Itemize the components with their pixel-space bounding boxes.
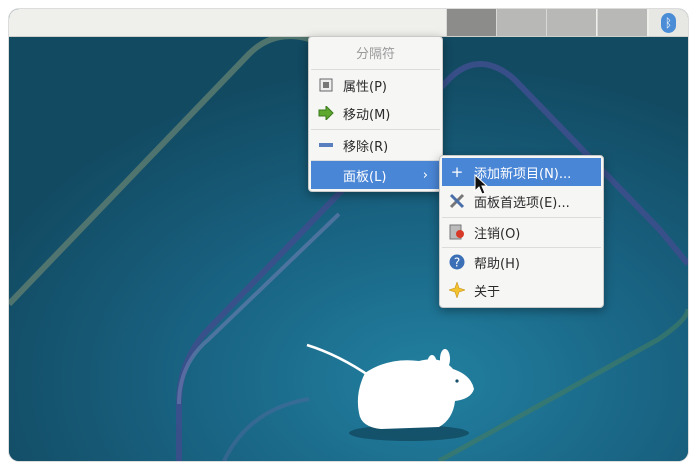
move-arrow-icon — [317, 104, 335, 122]
menu-item-label: 面板首选项(E)... — [474, 195, 570, 211]
menu-item-label: 移动(M) — [343, 107, 391, 123]
menu-item-logout[interactable]: 注销(O) — [442, 218, 601, 246]
help-icon: ? — [448, 253, 466, 271]
menu-item-label: 面板(L) — [343, 169, 387, 185]
menu-item-label: 注销(O) — [474, 226, 521, 242]
empty-icon-slot — [317, 166, 335, 184]
chevron-right-icon: › — [422, 167, 428, 183]
menu-separator — [311, 129, 440, 130]
svg-text:?: ? — [454, 256, 460, 270]
menu-item-move[interactable]: 移动(M) — [311, 99, 440, 127]
menu-item-label: 属性(P) — [343, 79, 387, 95]
remove-icon — [317, 136, 335, 154]
logout-icon — [448, 223, 466, 241]
plus-icon: + — [450, 163, 464, 181]
menu-item-about[interactable]: 关于 — [442, 276, 601, 304]
menu-item-remove[interactable]: 移除(R) — [311, 131, 440, 159]
menu-item-add-new-item[interactable]: + 添加新项目(N)... — [442, 158, 601, 186]
system-tray: ᛒ — [649, 9, 688, 36]
panel-submenu: + 添加新项目(N)... 面板首选项(E)... 注销(O) ? 帮助(H) — [439, 155, 604, 308]
workspace-3[interactable] — [546, 9, 596, 36]
about-star-icon — [448, 281, 466, 299]
workspace-1[interactable] — [446, 9, 496, 36]
workspace-2[interactable] — [496, 9, 546, 36]
top-panel: ᛒ — [9, 9, 688, 37]
menu-item-panel[interactable]: 面板(L) › — [311, 161, 440, 189]
mouse-pointer-icon — [474, 174, 488, 195]
menu-item-label: 移除(R) — [343, 139, 389, 155]
panel-context-menu: 分隔符 属性(P) 移动(M) 移除(R) 面板(L) › — [308, 36, 443, 192]
workspace-4[interactable] — [597, 9, 647, 36]
menu-item-properties[interactable]: 属性(P) — [311, 71, 440, 99]
bluetooth-icon[interactable]: ᛒ — [661, 13, 676, 33]
menu-item-help[interactable]: ? 帮助(H) — [442, 248, 601, 276]
menu-item-panel-preferences[interactable]: 面板首选项(E)... — [442, 187, 601, 215]
menu-separator — [311, 69, 440, 70]
menu-item-label: 添加新项目(N)... — [474, 166, 572, 182]
menu-title: 分隔符 — [355, 47, 395, 62]
menu-item-label: 关于 — [474, 284, 501, 300]
screen-frame: ᛒ 分隔符 属性(P) 移动(M) 移除(R) 面板(L) › + 添加新项目(… — [9, 9, 688, 461]
tools-icon — [448, 192, 466, 210]
menu-item-label: 帮助(H) — [474, 256, 520, 272]
properties-icon — [317, 76, 335, 94]
